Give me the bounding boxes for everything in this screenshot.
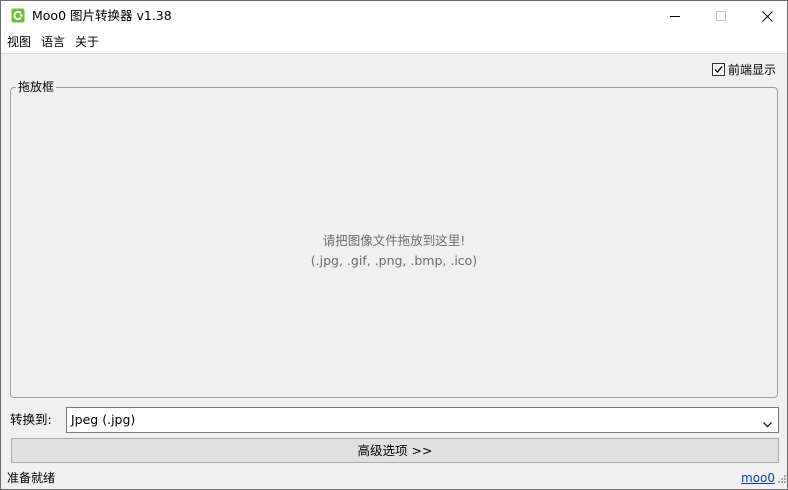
- checkbox-icon[interactable]: [712, 63, 725, 76]
- minimize-button[interactable]: [652, 1, 698, 31]
- drop-hint-formats: (.jpg, .gif, .png, .bmp, .ico): [310, 253, 478, 268]
- drop-hint: 请把图像文件拖放到这里! (.jpg, .gif, .png, .bmp, .i…: [10, 231, 778, 271]
- menu-bar: 视图 语言 关于: [1, 31, 787, 54]
- drop-hint-line1: 请把图像文件拖放到这里!: [322, 233, 466, 248]
- app-window: Moo0 图片转换器 v1.38 视图 语言 关于 前端显示 拖放框 请把图像文…: [0, 0, 788, 490]
- advanced-options-button[interactable]: 高级选项 >>: [11, 438, 779, 463]
- menu-about[interactable]: 关于: [75, 35, 99, 49]
- topmost-label: 前端显示: [728, 62, 777, 77]
- moo0-logo-icon: [11, 8, 25, 23]
- format-select[interactable]: Jpeg (.jpg): [66, 407, 779, 433]
- topmost-checkbox[interactable]: 前端显示: [712, 62, 776, 77]
- menu-language[interactable]: 语言: [41, 35, 65, 49]
- format-select-value: Jpeg (.jpg): [71, 412, 136, 427]
- moo0-link[interactable]: moo0: [741, 471, 775, 485]
- maximize-icon: [716, 11, 726, 21]
- resize-grip-icon[interactable]: [776, 474, 786, 488]
- close-icon: [761, 10, 773, 22]
- status-bar: 准备就绪 moo0: [1, 467, 787, 489]
- maximize-button[interactable]: [698, 1, 744, 31]
- chevron-down-icon[interactable]: [763, 417, 772, 431]
- minimize-icon: [670, 11, 680, 21]
- drop-zone-legend: 拖放框: [16, 80, 57, 94]
- title-bar[interactable]: Moo0 图片转换器 v1.38: [1, 1, 787, 31]
- close-button[interactable]: [744, 1, 787, 31]
- menu-view[interactable]: 视图: [7, 35, 31, 49]
- status-text: 准备就绪: [7, 471, 56, 485]
- window-title: Moo0 图片转换器 v1.38: [32, 8, 172, 23]
- convert-to-label: 转换到:: [10, 412, 52, 427]
